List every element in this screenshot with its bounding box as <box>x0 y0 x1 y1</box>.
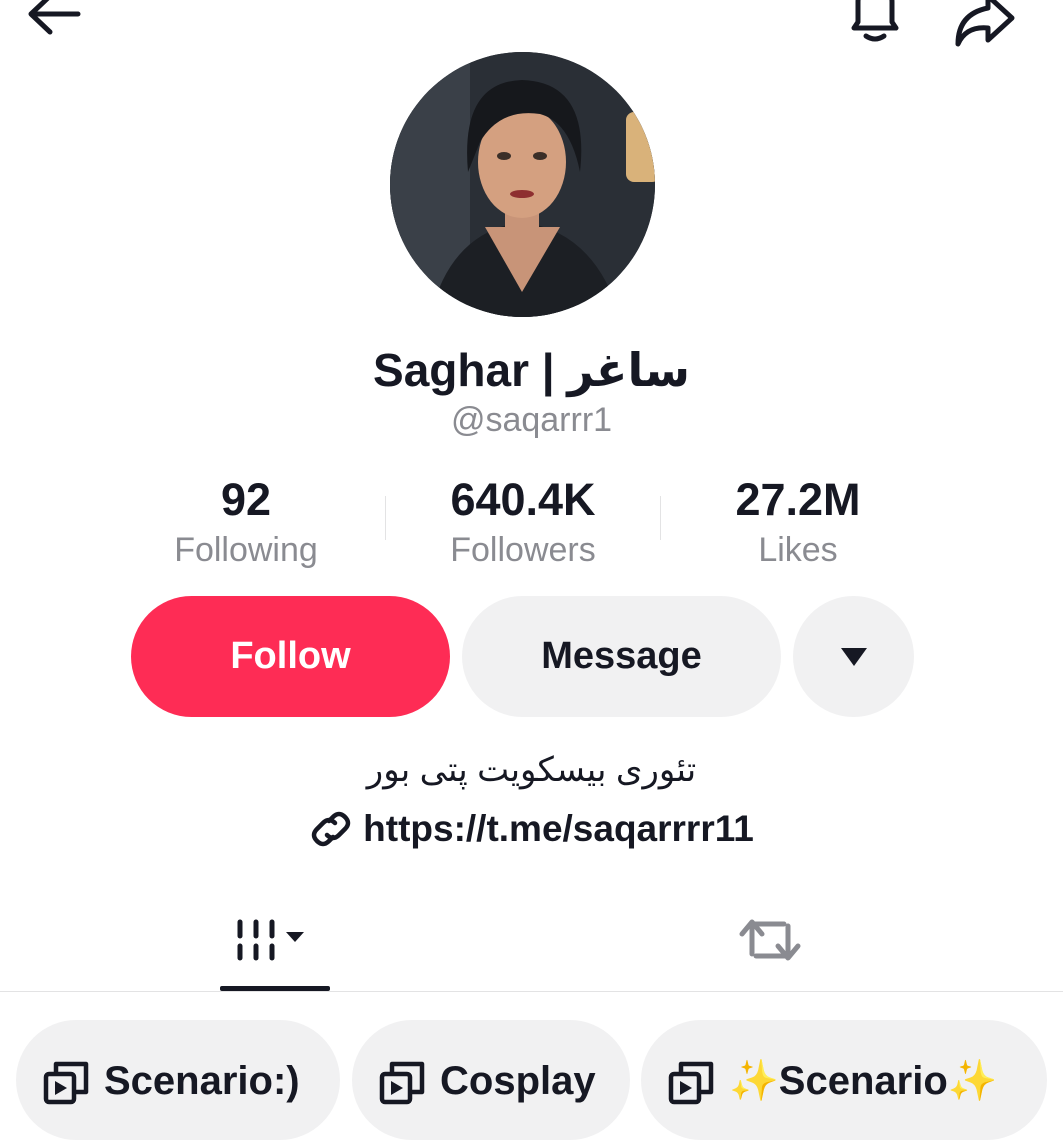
followers-count: 640.4K <box>450 474 596 525</box>
link-url[interactable]: https://t.me/saqarrrr11 <box>363 806 754 852</box>
avatar-photo <box>390 52 655 317</box>
tab-reposts[interactable] <box>660 890 880 990</box>
stat-likes[interactable]: 27.2M Likes <box>678 472 918 572</box>
repost-icon <box>739 919 801 961</box>
message-button[interactable]: Message <box>462 596 781 717</box>
bio-link[interactable]: https://t.me/saqarrrr11 <box>0 806 1063 852</box>
stat-divider <box>660 496 661 540</box>
playlist-label: ✨Scenario✨ <box>729 1059 998 1103</box>
video-grid-icon <box>237 919 304 961</box>
caret-down-icon <box>840 647 867 666</box>
avatar[interactable] <box>390 52 655 317</box>
likes-count: 27.2M <box>735 474 861 525</box>
playlist-label: Scenario:) <box>104 1059 300 1103</box>
tabs-divider <box>0 991 1063 992</box>
stat-divider <box>385 496 386 540</box>
playlist-icon <box>43 1061 89 1105</box>
display-name: Saghar | ساغر <box>373 344 690 396</box>
link-icon <box>311 811 351 847</box>
following-count: 92 <box>220 474 272 525</box>
bio-text: تئوری بیسکویت پتی بور <box>366 751 697 789</box>
back-arrow-icon[interactable] <box>20 0 90 48</box>
likes-label: Likes <box>758 531 838 569</box>
tab-videos[interactable] <box>160 890 390 990</box>
share-arrow-icon[interactable] <box>948 0 1022 48</box>
more-options-button[interactable] <box>793 596 914 717</box>
bell-icon[interactable] <box>840 0 910 50</box>
playlist-chip[interactable]: Cosplay <box>352 1020 630 1140</box>
stat-following[interactable]: 92 Following <box>126 472 366 572</box>
playlist-chip[interactable]: ✨Scenario✨ <box>641 1020 1047 1140</box>
playlist-chip[interactable]: Scenario:) <box>16 1020 340 1140</box>
playlist-icon <box>668 1061 714 1105</box>
followers-label: Followers <box>450 531 596 569</box>
playlist-icon <box>379 1061 425 1105</box>
username: @saqarrr1 <box>450 401 613 439</box>
stat-followers[interactable]: 640.4K Followers <box>403 472 643 572</box>
follow-button[interactable]: Follow <box>131 596 450 717</box>
following-label: Following <box>174 531 318 569</box>
playlist-label: Cosplay <box>440 1059 596 1103</box>
